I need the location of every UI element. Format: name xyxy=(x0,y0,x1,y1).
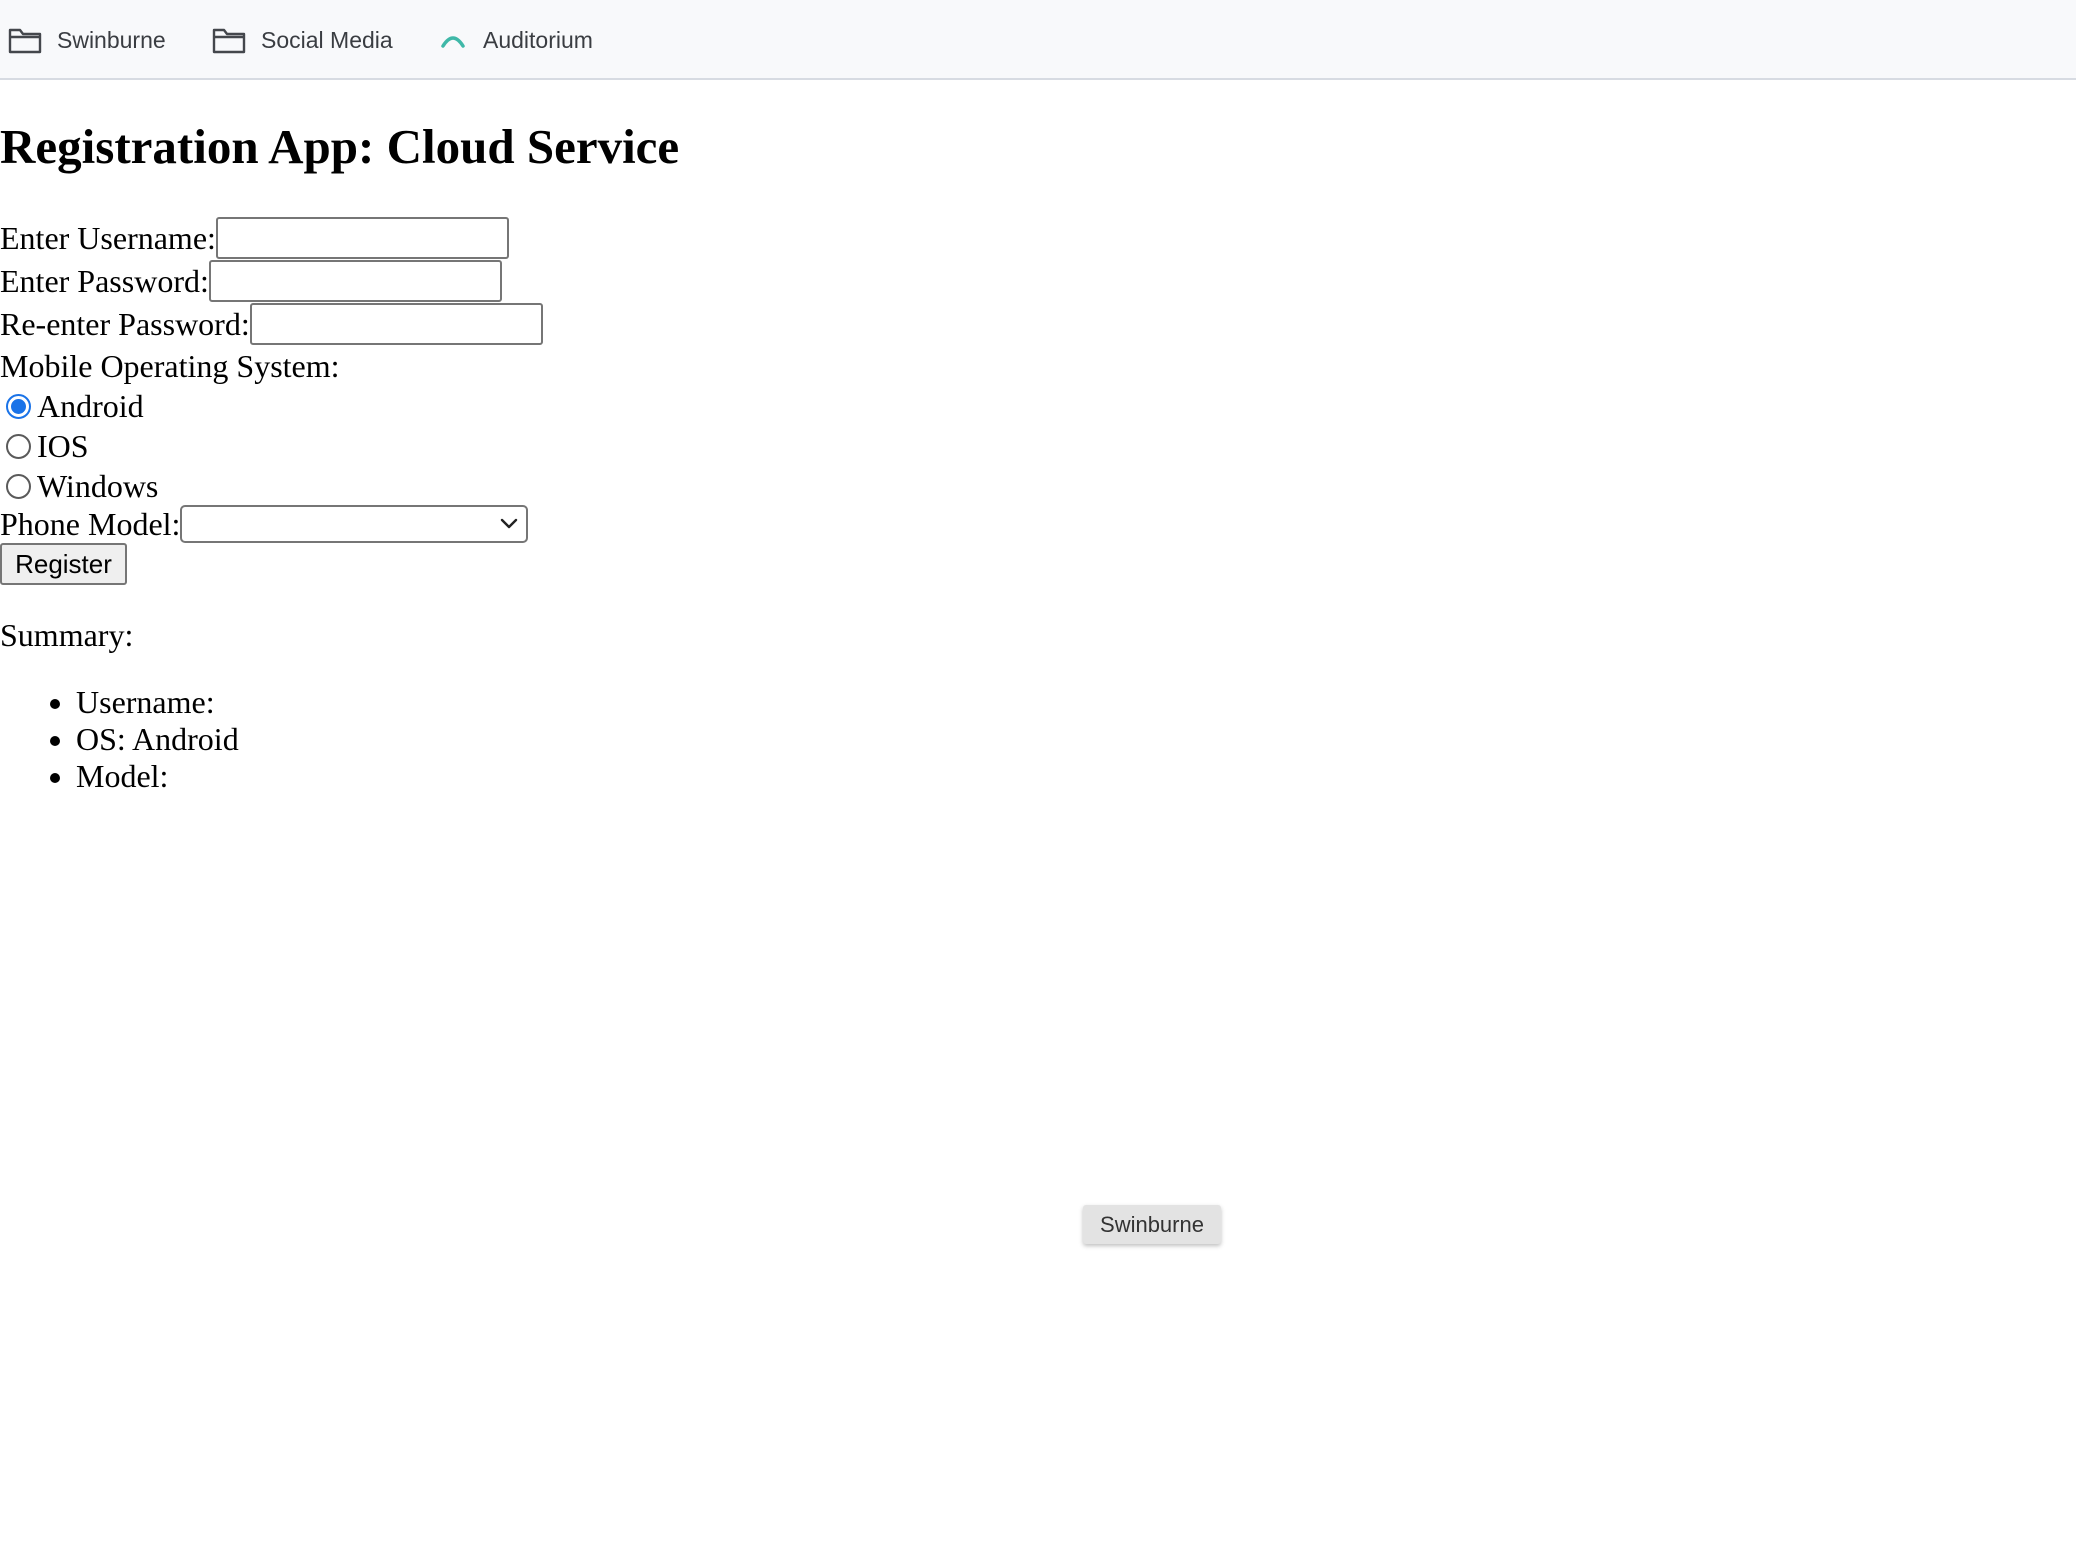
folder-icon xyxy=(8,28,42,54)
phone-model-row: Phone Model: xyxy=(0,505,529,543)
os-option-windows[interactable]: Windows xyxy=(0,466,158,506)
folder-icon xyxy=(212,28,246,54)
bookmark-label: Swinburne xyxy=(57,26,166,53)
bookmark-swinburne[interactable]: Swinburne xyxy=(8,22,166,58)
summary-label: Summary: xyxy=(0,617,134,653)
radio-label-ios: IOS xyxy=(37,427,89,464)
bookmark-tooltip: Swinburne xyxy=(1083,1205,1221,1244)
phone-model-select[interactable] xyxy=(180,505,529,543)
summary-model: Model: xyxy=(76,758,239,795)
reenter-password-label: Re-enter Password: xyxy=(0,305,250,342)
os-label-row: Mobile Operating System: xyxy=(0,346,340,386)
bookmark-label: Auditorium xyxy=(483,26,593,53)
chevron-down-icon xyxy=(501,518,518,529)
os-label: Mobile Operating System: xyxy=(0,347,340,384)
radio-android[interactable] xyxy=(6,393,31,419)
os-option-ios[interactable]: IOS xyxy=(0,426,89,466)
password-label: Enter Password: xyxy=(0,262,209,299)
phone-model-label: Phone Model: xyxy=(0,505,181,542)
bookmarks-bar: Swinburne Social Media Auditorium xyxy=(0,0,2076,80)
password-row: Enter Password: xyxy=(0,260,502,302)
bookmark-label: Social Media xyxy=(261,26,393,53)
radio-label-android: Android xyxy=(37,387,144,424)
radio-label-windows: Windows xyxy=(37,467,159,504)
os-option-android[interactable]: Android xyxy=(0,386,144,426)
username-input[interactable] xyxy=(215,217,509,259)
register-button[interactable]: Register xyxy=(0,543,127,585)
radio-windows[interactable] xyxy=(6,473,31,499)
summary-list: Username: OS: Android Model: xyxy=(0,684,239,795)
username-row: Enter Username: xyxy=(0,217,509,259)
password-input[interactable] xyxy=(208,260,502,302)
summary-username: Username: xyxy=(76,684,239,721)
arc-logo-icon xyxy=(441,36,465,48)
bookmark-auditorium[interactable]: Auditorium xyxy=(438,22,593,58)
username-label: Enter Username: xyxy=(0,219,216,256)
reenter-password-input[interactable] xyxy=(249,303,543,345)
reenter-password-row: Re-enter Password: xyxy=(0,303,543,345)
page-title: Registration App: Cloud Service xyxy=(0,119,680,174)
bookmark-social-media[interactable]: Social Media xyxy=(212,22,393,58)
summary-os: OS: Android xyxy=(76,721,239,758)
radio-ios[interactable] xyxy=(6,433,31,459)
